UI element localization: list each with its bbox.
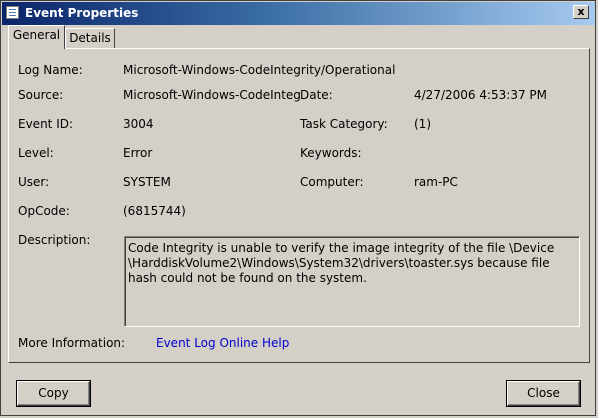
task-category-label: Task Category: <box>300 117 388 131</box>
close-window-button[interactable]: x <box>573 5 589 19</box>
more-information-label: More Information: <box>18 336 126 350</box>
user-label: User: <box>18 175 50 189</box>
window-title: Event Properties <box>25 6 139 20</box>
opcode-label: OpCode: <box>18 204 70 218</box>
general-panel: Log Name: Microsoft-Windows-CodeIntegrit… <box>8 48 590 363</box>
event-properties-window: Event Properties x General Details Log N… <box>0 0 596 416</box>
date-value: 4/27/2006 4:53:37 PM <box>414 88 548 102</box>
date-label: Date: <box>300 88 333 102</box>
tab-details[interactable]: Details <box>65 28 115 48</box>
source-value: Microsoft-Windows-CodeInteg <box>123 88 301 102</box>
log-name-value: Microsoft-Windows-CodeIntegrity/Operatio… <box>123 63 396 77</box>
title-bar[interactable]: Event Properties x <box>2 2 595 25</box>
event-log-online-help-link[interactable]: Event Log Online Help <box>156 336 289 350</box>
source-label: Source: <box>18 88 64 102</box>
opcode-value: (6815744) <box>123 204 186 218</box>
event-id-label: Event ID: <box>18 117 74 131</box>
document-icon <box>6 6 19 19</box>
copy-button[interactable]: Copy <box>17 381 90 406</box>
level-label: Level: <box>18 146 54 160</box>
description-label: Description: <box>18 233 91 247</box>
description-text-box[interactable]: Code Integrity is unable to verify the i… <box>124 236 580 327</box>
task-category-value: (1) <box>414 117 431 131</box>
keywords-label: Keywords: <box>300 146 362 160</box>
log-name-label: Log Name: <box>18 63 83 77</box>
computer-label: Computer: <box>300 175 364 189</box>
close-button[interactable]: Close <box>507 381 580 406</box>
tab-general[interactable]: General <box>8 25 65 49</box>
user-value: SYSTEM <box>123 175 171 189</box>
level-value: Error <box>123 146 153 160</box>
event-id-value: 3004 <box>123 117 154 131</box>
computer-value: ram-PC <box>414 175 458 189</box>
